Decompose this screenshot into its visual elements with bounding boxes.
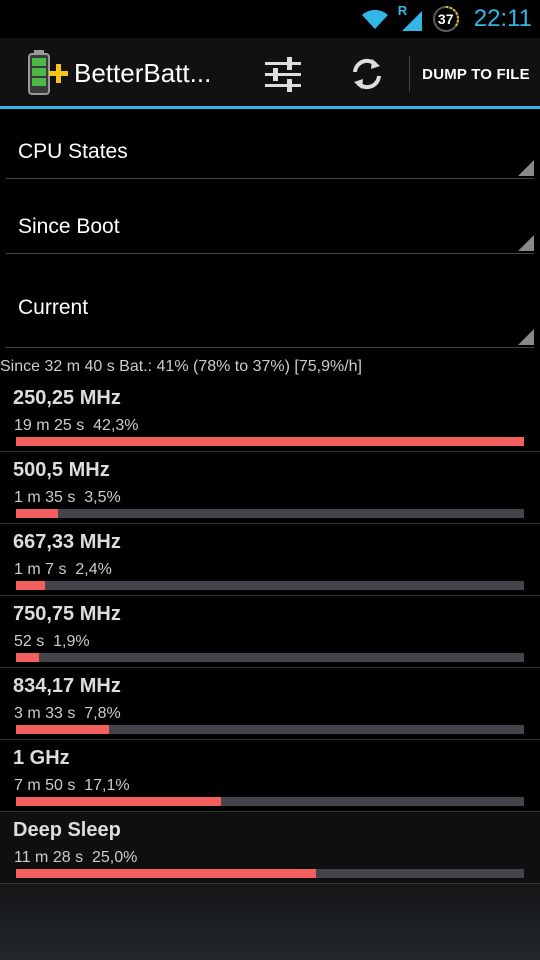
cpu-state-row[interactable]: 500,5 MHz 1 m 35 s 3,5% [0, 452, 540, 524]
cpu-state-bar-fill [16, 869, 317, 878]
cpu-state-bar-track [16, 797, 524, 806]
refresh-button[interactable] [345, 52, 389, 96]
status-icons: R 37 22:11 [360, 3, 532, 34]
cpu-state-row[interactable]: 250,25 MHz 19 m 25 s 42,3% [0, 380, 540, 452]
cpu-state-info: 52 s 1,9% [14, 633, 90, 650]
dropdown-triangle-icon [518, 160, 534, 176]
refresh-icon [353, 58, 381, 90]
cpu-state-row[interactable]: 750,75 MHz 52 s 1,9% [0, 596, 540, 668]
dropdown-triangle-icon [518, 329, 534, 345]
battery-level: 37 [437, 11, 454, 27]
cpu-state-name: 750,75 MHz [13, 603, 121, 625]
signal-icon: R [397, 3, 424, 33]
dropdown-triangle-icon [518, 235, 534, 251]
cpu-state-bar-fill [16, 725, 110, 734]
battery-plus-icon[interactable] [26, 50, 68, 96]
cpu-state-list: 250,25 MHz 19 m 25 s 42,3% 500,5 MHz 1 m 35… [0, 380, 540, 884]
cpu-state-info: 1 m 7 s 2,4% [14, 561, 112, 578]
cpu-state-bar-fill [16, 797, 222, 806]
stat-period-value: Since Boot [18, 215, 120, 238]
cpu-state-info: 11 m 28 s 25,0% [14, 849, 138, 866]
cpu-state-name: 1 GHz [13, 747, 70, 769]
cpu-state-info: 19 m 25 s 42,3% [14, 417, 139, 434]
stat-type-value: CPU States [18, 140, 128, 163]
dump-to-file-button[interactable]: DUMP TO FILE [412, 52, 540, 96]
list-empty-area [0, 884, 540, 960]
stat-period-spinner[interactable]: Since Boot [6, 193, 534, 254]
sliders-icon [265, 57, 301, 92]
cpu-state-info: 1 m 35 s 3,5% [14, 489, 121, 506]
action-divider [409, 56, 410, 92]
cpu-state-bar-track [16, 437, 524, 446]
status-clock: 22:11 [473, 5, 532, 32]
cpu-state-row[interactable]: Deep Sleep 11 m 28 s 25,0% [0, 812, 540, 884]
cpu-state-bar-fill [16, 437, 524, 446]
cpu-state-bar-fill [16, 509, 59, 518]
cpu-state-bar-fill [16, 581, 45, 590]
stat-reference-spinner[interactable]: Current [6, 278, 534, 348]
cpu-state-name: 667,33 MHz [13, 531, 121, 553]
cpu-state-bar-track [16, 725, 524, 734]
settings-button[interactable] [261, 52, 305, 96]
stat-type-spinner[interactable]: CPU States [6, 118, 534, 179]
cpu-state-info: 3 m 33 s 7,8% [14, 705, 121, 722]
stat-reference-value: Current [18, 296, 89, 319]
cpu-state-row[interactable]: 834,17 MHz 3 m 33 s 7,8% [0, 668, 540, 740]
cpu-state-bar-track [16, 509, 524, 518]
app-title: BetterBatt... [74, 58, 212, 88]
cpu-state-name: Deep Sleep [13, 819, 121, 841]
cpu-state-bar-track [16, 581, 524, 590]
status-bar: R 37 22:11 [0, 0, 540, 38]
cpu-state-bar-track [16, 653, 524, 662]
cpu-state-row[interactable]: 1 GHz 7 m 50 s 17,1% [0, 740, 540, 812]
wifi-icon [361, 9, 388, 29]
cpu-state-name: 500,5 MHz [13, 459, 110, 481]
cpu-state-name: 834,17 MHz [13, 675, 121, 697]
cpu-state-name: 250,25 MHz [13, 387, 121, 409]
battery-ring-icon: 37 [432, 5, 460, 33]
cpu-state-row[interactable]: 667,33 MHz 1 m 7 s 2,4% [0, 524, 540, 596]
summary-text: Since 32 m 40 s Bat.: 41% (78% to 37%) [… [0, 358, 362, 375]
cpu-state-bar-fill [16, 653, 39, 662]
roaming-indicator: R [397, 3, 408, 18]
cpu-state-info: 7 m 50 s 17,1% [14, 777, 130, 794]
action-bar-accent-line [0, 106, 540, 109]
cpu-state-bar-track [16, 869, 524, 878]
